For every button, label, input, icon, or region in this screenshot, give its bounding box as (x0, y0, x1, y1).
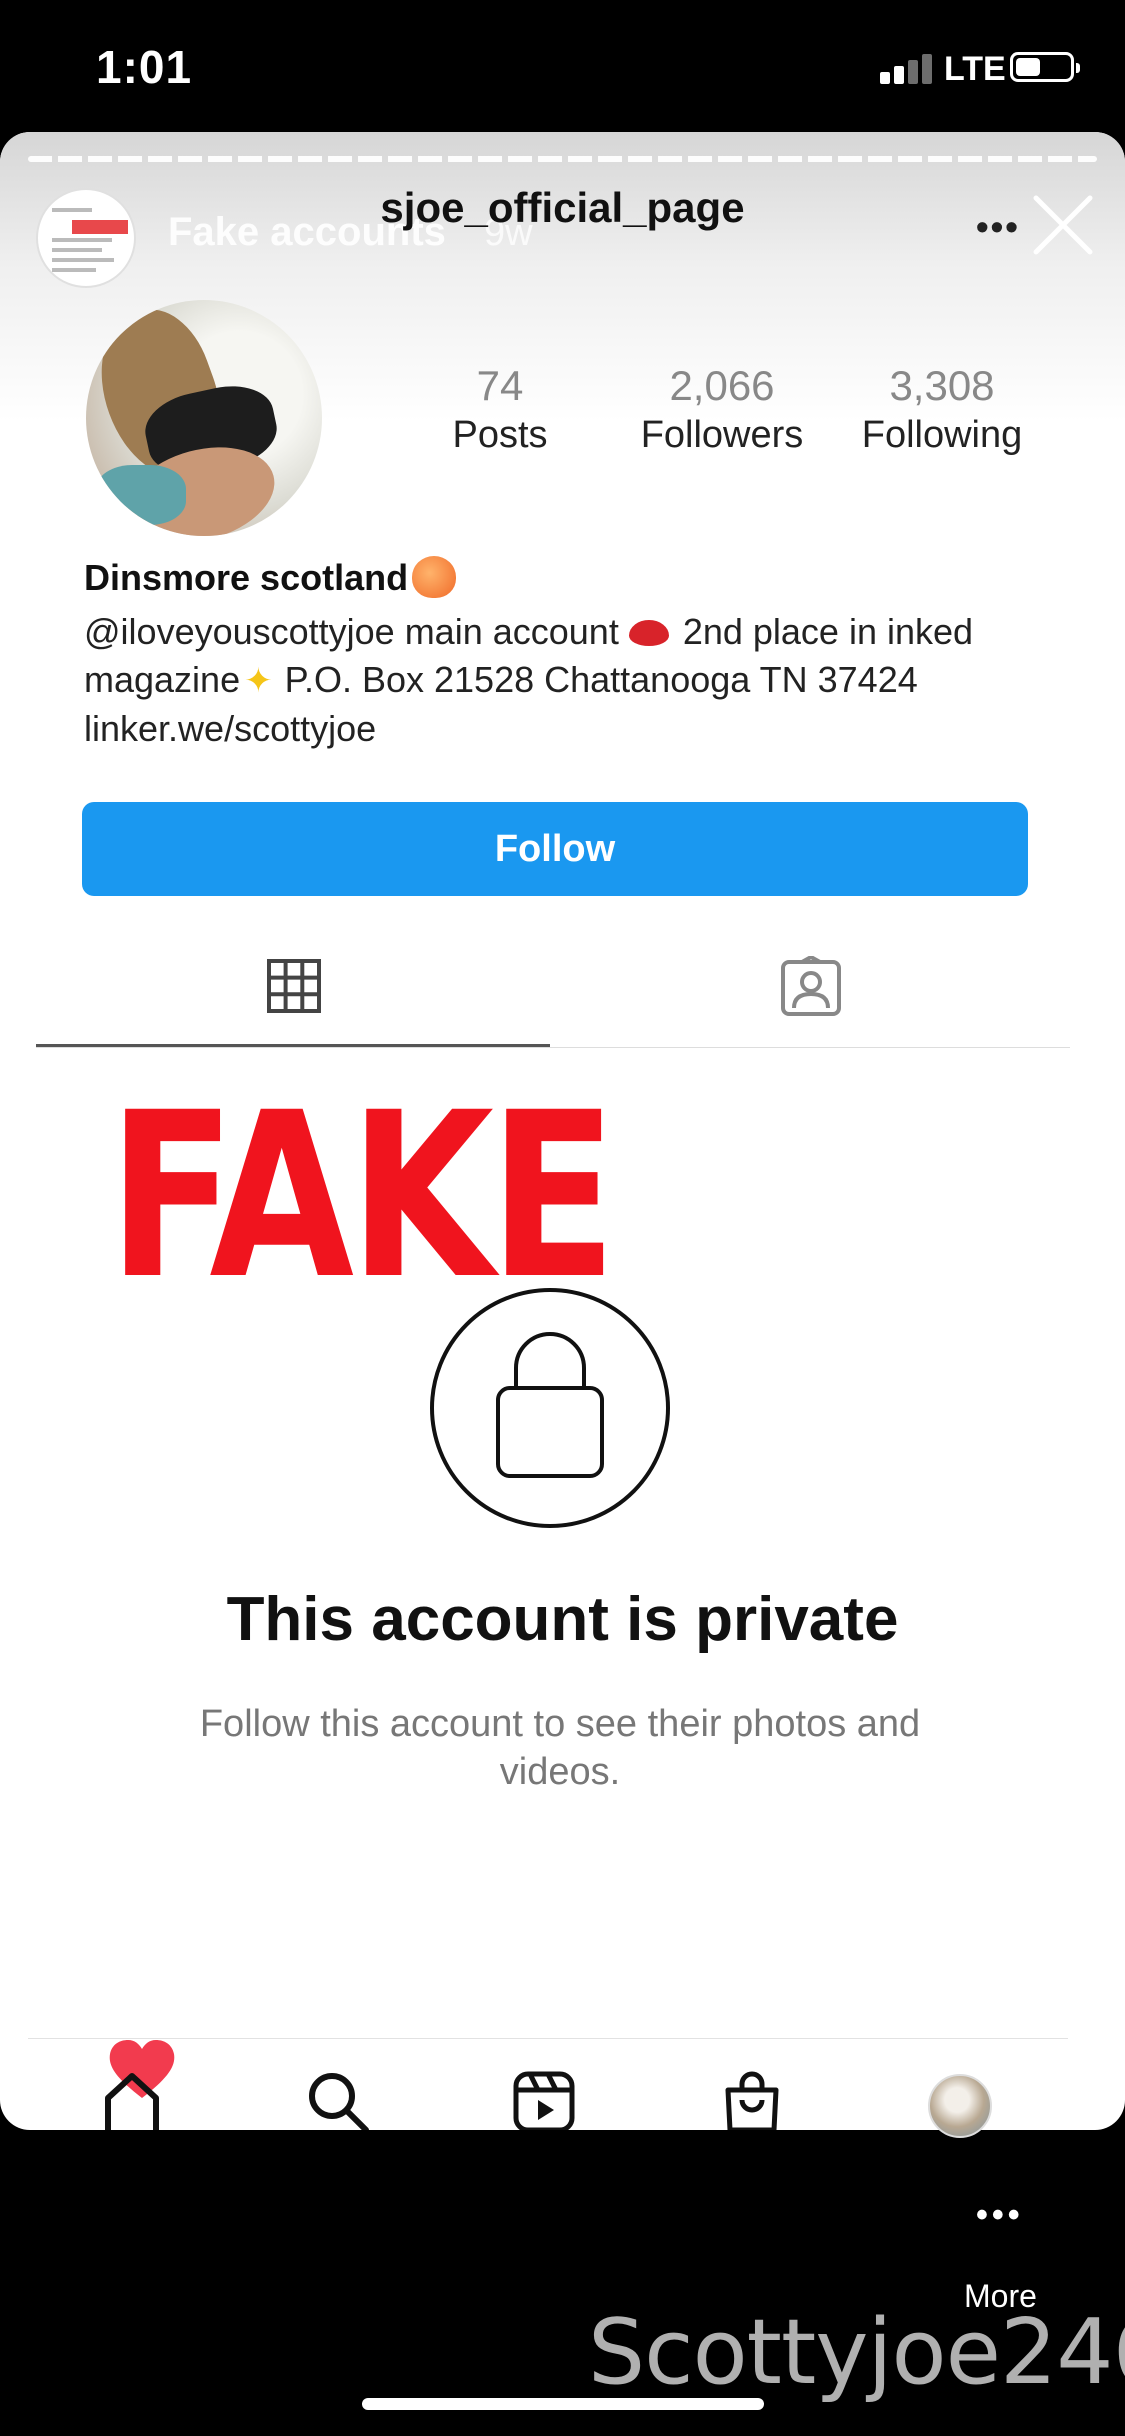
peach-emoji-icon (412, 556, 457, 598)
home-indicator[interactable] (362, 2398, 764, 2410)
search-icon[interactable] (306, 2070, 370, 2130)
private-lock-icon (430, 1288, 670, 1528)
status-time: 1:01 (96, 41, 193, 93)
more-icon[interactable]: ••• (976, 2196, 1024, 2235)
stat-posts[interactable]: 74 Posts (400, 362, 600, 457)
sparkles-emoji-icon: ✦ (244, 662, 273, 700)
stat-label: Posts (452, 414, 548, 456)
private-account-title: This account is private (226, 1585, 899, 1654)
stat-value: 74 (476, 362, 524, 409)
profile-bio: @iloveyouscottyjoe main account 2nd place… (84, 608, 1044, 753)
stat-followers[interactable]: 2,066 Followers (622, 362, 822, 457)
reels-icon[interactable] (512, 2070, 576, 2130)
shop-icon[interactable] (720, 2070, 784, 2130)
network-type: LTE (944, 50, 1006, 88)
bio-text-1: @iloveyouscottyjoe main account (84, 611, 619, 652)
stat-value: 2,066 (669, 362, 775, 409)
stat-following[interactable]: 3,308 Following (842, 362, 1042, 457)
profile-tab-avatar[interactable] (928, 2074, 992, 2138)
kiss-emoji-icon (628, 620, 669, 646)
tagged-photos-icon[interactable] (780, 956, 842, 1018)
story-progress-bar (28, 156, 1097, 162)
profile-display-name: Dinsmore scotland (84, 556, 457, 599)
watermark: Scottyjoe246 (588, 2300, 1125, 2405)
ellipsis-icon[interactable]: ••• (976, 206, 1020, 248)
home-icon[interactable] (100, 2070, 164, 2130)
stat-value: 3,308 (889, 362, 995, 409)
stat-label: Followers (640, 414, 804, 456)
fake-stamp: FAKE (108, 1063, 617, 1329)
story-card[interactable]: Fake accounts 9w sjoe_official_page ••• … (0, 132, 1125, 2130)
stat-label: Following (861, 414, 1023, 456)
follow-button[interactable]: Follow (82, 802, 1028, 896)
profile-username: sjoe_official_page (380, 184, 745, 231)
close-icon[interactable] (1030, 192, 1096, 258)
tab-divider (36, 1047, 1070, 1048)
battery-icon (1010, 52, 1080, 82)
grid-icon[interactable] (266, 958, 322, 1014)
bottom-nav-divider (28, 2038, 1068, 2039)
display-name-text: Dinsmore scotland (84, 557, 409, 598)
cellular-signal-icon (880, 50, 936, 84)
private-account-subtitle: Follow this account to see their photos … (199, 1703, 921, 1793)
profile-avatar[interactable] (86, 300, 322, 536)
